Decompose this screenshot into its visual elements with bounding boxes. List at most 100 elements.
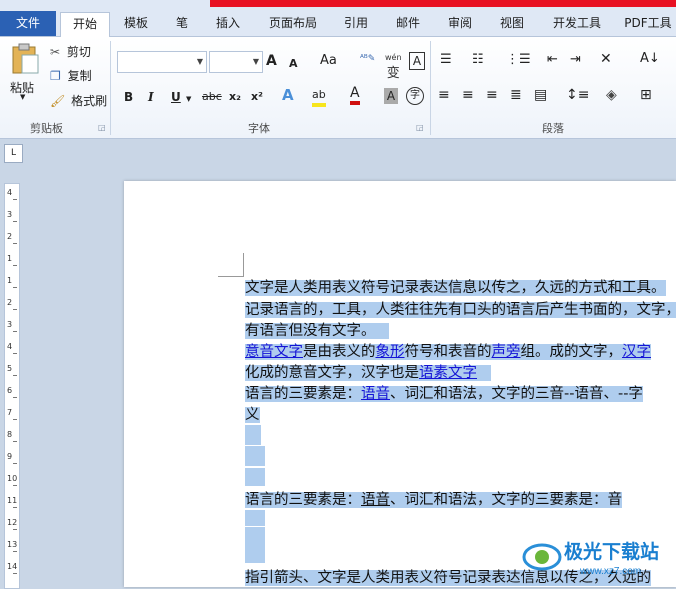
ruler-tick <box>13 529 17 530</box>
bullets-icon[interactable]: ☰ <box>440 52 452 68</box>
decrease-indent-icon[interactable]: ⇤ <box>547 52 558 68</box>
text-run: 组。成的文字， <box>520 344 622 360</box>
document-line[interactable]: 记录语言的，工具，人类往往先有口头的语言后产生书面的，文字，很多 <box>245 300 676 320</box>
document-line[interactable]: 文字是人类用表义符号记录表达信息以传之，久远的方式和工具。 <box>245 278 666 298</box>
grow-font-button[interactable]: A <box>266 53 277 69</box>
align-left-icon[interactable]: ≡ <box>438 87 450 103</box>
clear-format-icon[interactable]: ᴬᴮ✎ <box>360 51 375 67</box>
font-size-combo[interactable]: ▼ <box>209 51 263 73</box>
increase-indent-icon[interactable]: ⇥ <box>570 52 581 68</box>
tab-review[interactable]: 审阅 <box>438 12 482 36</box>
ribbon-tabs: 文件 开始 模板 笔 插入 页面布局 引用 邮件 审阅 视图 开发工具 PDF工… <box>0 8 676 38</box>
subscript-button[interactable]: x₂ <box>229 89 241 105</box>
chinese-layout-icon[interactable]: ✕ <box>600 51 612 67</box>
tab-pen[interactable]: 笔 <box>164 12 200 36</box>
ruler-number: 4 <box>7 342 13 351</box>
line-spacing-icon[interactable]: ↕≡ <box>566 87 589 103</box>
italic-button[interactable]: I <box>148 89 154 105</box>
borders-icon[interactable]: ⊞ <box>640 87 652 103</box>
watermark-text: 极光下载站 <box>564 540 659 563</box>
paragraph-group-label: 段落 <box>542 122 564 135</box>
ruler-tick <box>13 309 17 310</box>
font-group-label: 字体 <box>248 122 270 135</box>
hyperlink[interactable]: 汉字 <box>622 344 651 360</box>
ruler-tick <box>13 419 17 420</box>
character-shading-button[interactable]: A <box>384 88 398 104</box>
shading-icon[interactable]: ◈ <box>606 87 617 103</box>
title-bar-accent <box>210 0 676 7</box>
document-line[interactable]: 意音文字是由表义的象形符号和表音的声旁组。成的文字，汉字 <box>245 342 651 362</box>
text-run: 语言的三要素是： <box>245 386 361 402</box>
align-right-icon[interactable]: ≡ <box>486 87 498 103</box>
bold-button[interactable]: B <box>124 89 133 105</box>
tab-file[interactable]: 文件 <box>0 11 56 36</box>
format-painter-button[interactable]: 🖌 格式刷 <box>50 92 107 110</box>
copy-button[interactable]: ❐ 复制 <box>50 67 92 85</box>
text-run: 语言的三要素是： <box>245 492 361 508</box>
highlight-button[interactable]: ab <box>312 87 326 107</box>
tab-developer[interactable]: 开发工具 <box>542 12 612 36</box>
tab-references[interactable]: 引用 <box>334 12 378 36</box>
selected-empty-line <box>245 446 265 466</box>
text-run: 文字是人类用表义符号记录表达信息以传之，久远的方式和工具。 <box>245 280 666 296</box>
sort-icon[interactable]: A↓ <box>640 51 660 67</box>
ruler-number: 8 <box>7 430 13 439</box>
document-line[interactable]: 化成的意音文字，汉字也是语素文字 <box>245 363 491 383</box>
text-run: 义 <box>245 407 260 423</box>
watermark-logo: 极光下载站 www.xz7.com <box>522 540 659 577</box>
clipboard-launcher-icon[interactable]: ◲ <box>98 123 106 132</box>
ruler-tick <box>13 287 17 288</box>
vertical-ruler: 4 3 2 1 1 2 3 4 5 6 7 8 9 10 11 12 13 14 <box>4 183 20 589</box>
ruler-number: 1 <box>7 254 13 263</box>
multilevel-list-icon[interactable]: ⋮☰ <box>506 52 531 68</box>
font-launcher-icon[interactable]: ◲ <box>416 123 424 132</box>
hyperlink[interactable]: 语素文字 <box>419 365 477 381</box>
tab-pdf-tools[interactable]: PDF工具 <box>620 12 676 36</box>
document-line[interactable]: 有语言但没有文字。 <box>245 321 390 341</box>
phonetic-label: wén <box>385 53 402 62</box>
enclose-characters-button[interactable]: 字 <box>406 87 424 105</box>
tab-mailings[interactable]: 邮件 <box>386 12 430 36</box>
justify-icon[interactable]: ≣ <box>510 87 522 103</box>
tab-home[interactable]: 开始 <box>60 12 110 38</box>
ruler-tick <box>13 397 17 398</box>
shrink-font-button[interactable]: A <box>289 56 298 72</box>
hyperlink[interactable]: 意音文字 <box>245 344 303 360</box>
ruler-tick <box>13 507 17 508</box>
hyperlink[interactable]: 语音 <box>361 386 390 402</box>
tab-page-layout[interactable]: 页面布局 <box>258 12 328 36</box>
text-run: 符号和表音的 <box>404 344 492 360</box>
character-border-button[interactable]: A <box>409 52 425 70</box>
document-line[interactable]: 义 <box>245 405 260 425</box>
tab-insert[interactable]: 插入 <box>206 12 250 36</box>
distributed-icon[interactable]: ▤ <box>534 87 547 103</box>
tab-template[interactable]: 模板 <box>114 12 158 36</box>
font-color-button[interactable]: A <box>350 85 360 105</box>
align-center-icon[interactable]: ≡ <box>462 87 474 103</box>
watermark-url: www.xz7.com <box>579 566 641 577</box>
chevron-down-icon[interactable]: ▼ <box>186 91 191 107</box>
selected-empty-line <box>245 527 265 563</box>
ruler-tick <box>13 375 17 376</box>
phonetic-guide-button[interactable]: wén 变 <box>385 50 402 83</box>
document-line[interactable]: 语言的三要素是：语音、词汇和语法，文字的三要素是：音 <box>245 490 622 510</box>
hyperlink[interactable]: 象形 <box>375 344 405 360</box>
cut-button[interactable]: ✂ 剪切 <box>50 43 91 61</box>
font-name-combo[interactable]: ▼ <box>117 51 207 73</box>
tab-selector[interactable]: L <box>4 144 23 163</box>
change-case-button[interactable]: Aa <box>320 53 337 69</box>
ruler-number: 2 <box>7 232 13 241</box>
ruler-tick <box>13 441 17 442</box>
text-effects-icon[interactable]: A <box>282 87 294 103</box>
underline-button[interactable]: U <box>171 89 181 105</box>
superscript-button[interactable]: x² <box>251 89 263 105</box>
hyperlink[interactable]: 声旁 <box>491 344 521 360</box>
document-line[interactable]: 语言的三要素是：语音、词汇和语法，文字的三音--语音、--字 <box>245 384 643 404</box>
tab-view[interactable]: 视图 <box>490 12 534 36</box>
numbering-icon[interactable]: ☷ <box>472 52 484 68</box>
selected-empty-line <box>245 510 265 526</box>
paste-button[interactable]: 粘贴 ▼ <box>6 41 42 101</box>
ruler-tick <box>13 353 17 354</box>
strikethrough-button[interactable]: abc <box>202 89 222 105</box>
ruler-number: 12 <box>7 518 18 527</box>
